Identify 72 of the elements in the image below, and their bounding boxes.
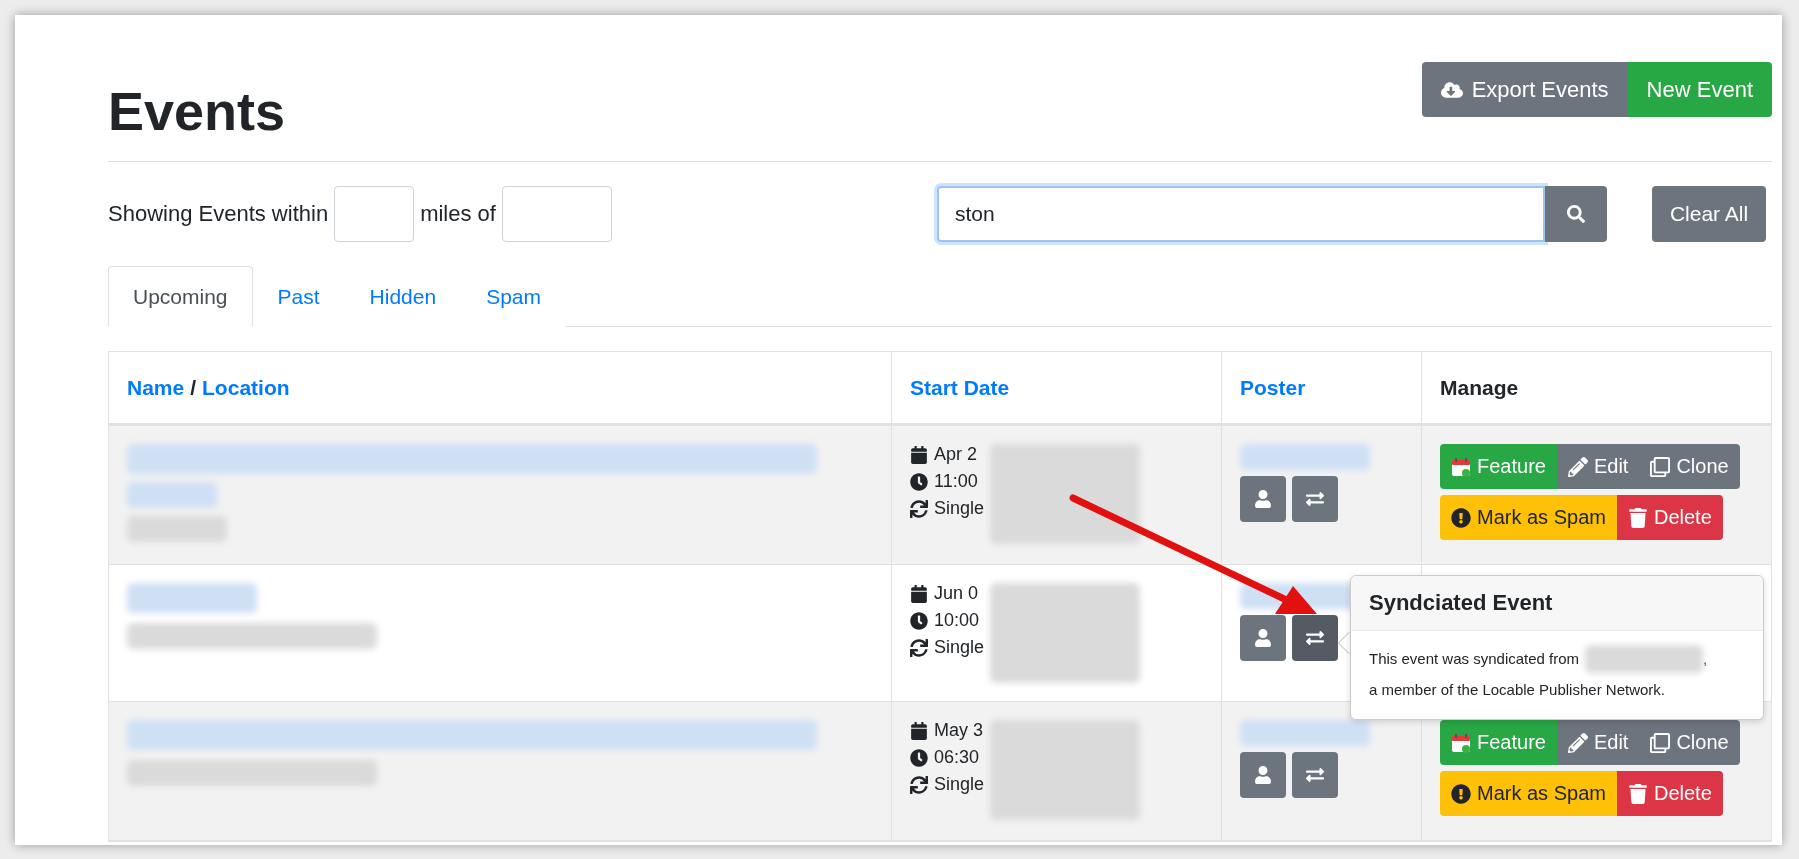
spam-button[interactable]: Mark as Spam [1440,771,1617,817]
clock-icon [910,748,928,767]
calendar-plus-icon [1451,456,1471,477]
exchange-icon [1306,490,1324,509]
separator-text: / [190,375,197,400]
location-field[interactable] [501,186,612,243]
date-text: Jun 0 [934,583,979,605]
user-icon [1254,490,1272,509]
date-text: May 3 [934,720,984,742]
syndicated-button[interactable] [1292,752,1338,799]
clock-icon [910,611,928,630]
clone-button[interactable]: Clone [1639,720,1740,766]
repeat-icon [910,499,928,518]
column-sort-link[interactable]: Poster [1240,375,1306,400]
trash-icon [1627,507,1648,528]
pencil-icon [1567,732,1588,753]
user-icon [1254,629,1272,648]
popover-text: This event was syndicated from [1369,649,1580,669]
edit-button[interactable]: Edit [1556,720,1640,766]
user-button[interactable] [1240,752,1286,799]
search-icon [1566,205,1585,224]
time-text: 11:00 [934,471,978,493]
popover-title: Syndciated Event [1351,576,1763,631]
column-sort-link[interactable]: Start Date [910,375,1010,400]
search-button[interactable] [1544,186,1607,243]
search-field[interactable]: ston [936,186,1545,243]
syndicated-button[interactable] [1292,476,1338,523]
user-button[interactable] [1240,476,1286,523]
repeat-icon [910,638,928,657]
feature-button[interactable]: Feature [1440,444,1557,490]
edit-button[interactable]: Edit [1556,444,1640,490]
repeat-icon [910,775,928,794]
calendar-icon [910,445,928,464]
exchange-icon [1306,629,1324,648]
trash-icon [1627,783,1648,804]
delete-button[interactable]: Delete [1616,495,1723,541]
exchange-icon [1306,766,1324,785]
popover-text: , [1703,649,1708,669]
calendar-icon [910,721,928,740]
recurrence-text: Single [934,498,985,520]
filter-label: miles of [420,201,496,228]
exclamation-icon [1451,783,1471,804]
export-button[interactable]: Export Events [1421,62,1628,117]
user-icon [1254,766,1272,785]
new-event-button[interactable]: New Event [1627,62,1772,117]
user-button[interactable] [1240,615,1286,662]
clear-all-button[interactable]: Clear All [1651,186,1767,243]
calendar-plus-icon [1451,732,1471,753]
copy-icon [1650,732,1671,753]
exclamation-icon [1451,507,1471,528]
calendar-icon [910,584,928,603]
location-sort-link[interactable]: Location [202,375,290,400]
recurrence-text: Single [934,637,985,659]
popover-text: a member of the Locable Publisher Network. [1369,680,1666,700]
time-text: 10:00 [934,610,980,632]
delete-button[interactable]: Delete [1616,771,1723,817]
name-sort-link[interactable]: Name [127,375,185,400]
feature-button[interactable]: Feature [1440,720,1557,766]
filter-label: Showing Events within [108,201,329,228]
date-text: Apr 2 [934,444,978,466]
syndicated-button[interactable] [1292,615,1338,662]
time-text: 06:30 [934,747,980,769]
recurrence-text: Single [934,774,985,796]
spam-button[interactable]: Mark as Spam [1440,495,1617,541]
clone-button[interactable]: Clone [1639,444,1740,490]
tab[interactable]: Upcoming [108,266,253,328]
column-heading: Manage [1440,375,1519,400]
clock-icon [910,472,928,491]
distance-field[interactable] [334,186,415,243]
page-title: Events [108,82,286,142]
pencil-icon [1567,456,1588,477]
copy-icon [1650,456,1671,477]
